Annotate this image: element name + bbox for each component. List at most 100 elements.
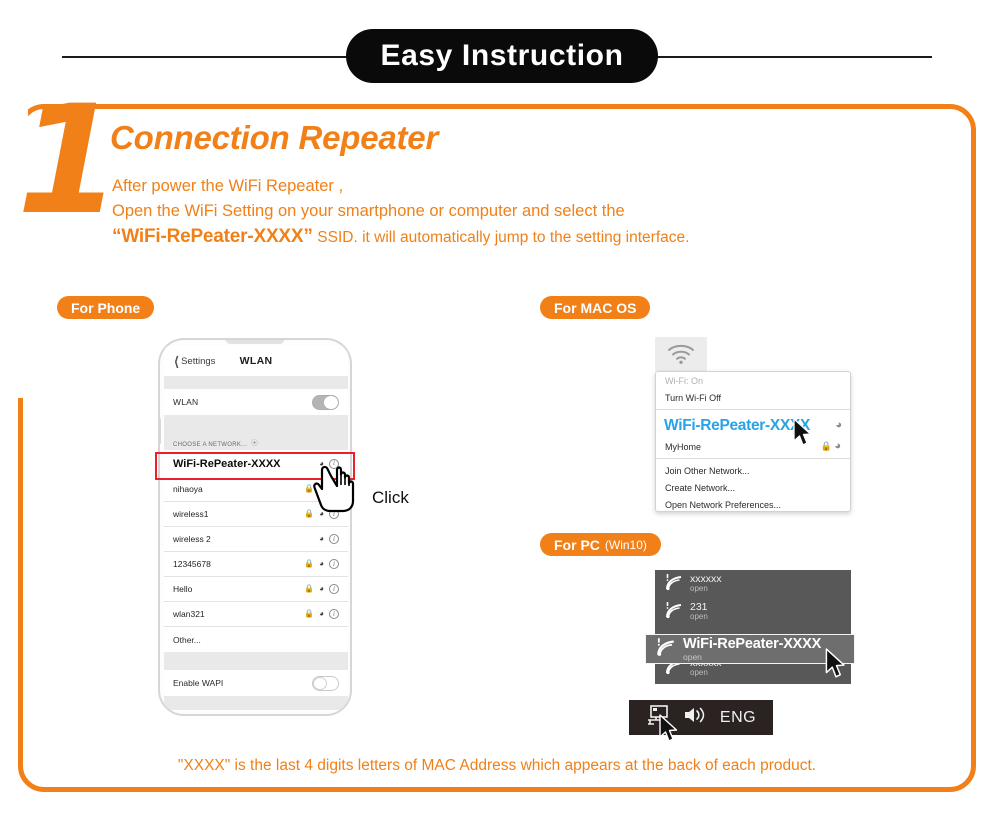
wifi-alert-icon <box>664 601 686 624</box>
page-title: Easy Instruction <box>380 39 624 72</box>
phone-band-3 <box>164 652 348 670</box>
badge-for-phone: For Phone <box>57 296 155 319</box>
enable-wapi-row[interactable]: Enable WAPI <box>164 670 348 696</box>
back-label: Settings <box>181 355 216 367</box>
badge-for-pc-label: For PC <box>554 536 600 553</box>
mouse-pointer-icon <box>658 714 680 749</box>
windows-network-row[interactable]: xxxxxx open <box>655 570 851 598</box>
frame-left-stub <box>18 398 23 468</box>
mac-join-other-label: Join Other Network... <box>665 465 750 476</box>
mac-menu-item-create-network[interactable]: Create Network... <box>656 479 850 496</box>
choose-a-network-header: CHOOSE A NETWORK... ⦿ <box>164 433 348 450</box>
wlan-toggle-switch[interactable] <box>312 394 339 410</box>
wifi-icon: ◕ <box>319 559 324 568</box>
enable-wapi-toggle[interactable] <box>312 675 339 691</box>
mac-target-ssid: WiFi-RePeater-XXXX <box>664 416 811 434</box>
network-name: wireless1 <box>173 509 209 519</box>
badge-for-phone-label: For Phone <box>71 299 141 316</box>
lock-icon: 🔒 <box>304 609 315 618</box>
mac-other-network-icons: 🔒 ◕ <box>821 441 841 452</box>
info-icon[interactable]: i <box>329 534 339 544</box>
phone-device: ⟨ Settings WLAN WLAN CHOOSE A NETWORK...… <box>158 338 352 716</box>
network-row-icons: 🔒 ◕ i <box>304 609 339 619</box>
language-indicator[interactable]: ENG <box>720 709 756 727</box>
choose-a-network-label: CHOOSE A NETWORK... <box>173 442 248 448</box>
intro-quote-open: “ <box>112 226 122 247</box>
wifi-alert-icon <box>655 637 677 662</box>
loading-spinner-icon: ⦿ <box>251 440 259 447</box>
windows-target-texts: WiFi-RePeater-XXXX open <box>683 636 821 662</box>
header-rule-right <box>646 56 932 58</box>
network-row-icons: ◕ i <box>319 534 339 544</box>
badge-for-pc-sublabel: (Win10) <box>604 537 647 552</box>
mac-menu-item-open-prefs[interactable]: Open Network Preferences... <box>656 496 850 511</box>
windows-network-texts: 231 open <box>690 602 708 621</box>
mouse-pointer-icon <box>824 648 848 685</box>
badge-for-pc: For PC (Win10) <box>540 533 661 556</box>
network-row[interactable]: Hello 🔒 ◕ i <box>164 577 348 602</box>
lock-icon: 🔒 <box>820 441 832 451</box>
wifi-icon: ◕ <box>835 419 842 431</box>
phone-screen: ⟨ Settings WLAN WLAN CHOOSE A NETWORK...… <box>164 346 348 710</box>
intro-line-3: “WiFi-RePeater-XXXX” SSID. it will autom… <box>112 224 912 250</box>
enable-wapi-label: Enable WAPI <box>173 678 224 688</box>
wlan-toggle-knob <box>324 395 338 409</box>
intro-line-1: After power the WiFi Repeater , <box>112 177 344 195</box>
windows-network-texts: xxxxxx open <box>690 574 722 593</box>
badge-for-mac: For MAC OS <box>540 296 651 319</box>
speaker-icon[interactable] <box>682 704 708 731</box>
wifi-icon: ◕ <box>834 440 841 452</box>
footer-note: "XXXX" is the last 4 digits letters of M… <box>177 757 817 774</box>
phone-band-4 <box>164 696 348 710</box>
mac-wifi-dropdown-menu: Wi-Fi: On Turn Wi-Fi Off WiFi-RePeater-X… <box>655 371 851 512</box>
mac-menu-item-join-other[interactable]: Join Other Network... <box>656 462 850 479</box>
network-row-icons: 🔒 ◕ i <box>304 559 339 569</box>
network-row-other[interactable]: Other... <box>164 627 348 652</box>
network-name: wlan321 <box>173 609 205 619</box>
wlan-toggle-row[interactable]: WLAN <box>164 389 348 415</box>
wifi-alert-icon <box>664 573 686 596</box>
windows-target-status: open <box>683 652 702 662</box>
network-row[interactable]: wlan321 🔒 ◕ i <box>164 602 348 627</box>
header-title-pill: Easy Instruction <box>346 29 658 83</box>
mac-open-prefs-label: Open Network Preferences... <box>665 499 782 510</box>
lock-icon: 🔒 <box>304 584 315 593</box>
windows-target-name: WiFi-RePeater-XXXX <box>683 636 822 652</box>
windows-network-status: open <box>690 584 708 594</box>
mac-menu-item-wifi-status: Wi-Fi: On <box>656 372 850 389</box>
windows-network-status: open <box>690 668 708 678</box>
page-header: Easy Instruction <box>0 0 994 96</box>
phone-band-2 <box>164 415 348 433</box>
info-icon[interactable]: i <box>329 584 339 594</box>
mac-menu-separator-2 <box>656 458 850 459</box>
windows-network-row[interactable]: 231 open <box>655 598 851 626</box>
network-name: Hello <box>173 584 193 594</box>
step-number: 1 <box>16 74 122 248</box>
intro-line-2: Open the WiFi Setting on your smartphone… <box>112 202 625 220</box>
mac-create-network-label: Create Network... <box>665 482 736 493</box>
windows-network-status: open <box>690 612 708 622</box>
mac-menu-separator-1 <box>656 409 850 410</box>
wifi-icon: ◕ <box>319 584 324 593</box>
network-row[interactable]: 12345678 🔒 ◕ i <box>164 552 348 577</box>
info-icon[interactable]: i <box>329 559 339 569</box>
badge-for-mac-label: For MAC OS <box>554 299 637 316</box>
mac-wifi-status-label: Wi-Fi: On <box>665 375 703 386</box>
mac-menubar-wifi-icon[interactable] <box>655 337 707 371</box>
phone-nav-bar: ⟨ Settings WLAN <box>164 346 348 376</box>
windows-wifi-list-panel: xxxxxx open 231 open x <box>655 570 851 684</box>
network-row[interactable]: wireless 2 ◕ i <box>164 527 348 552</box>
intro-ssid: WiFi-RePeater-XXXX <box>121 226 304 247</box>
info-icon[interactable]: i <box>329 609 339 619</box>
mac-menu-item-other-network[interactable]: MyHome 🔒 ◕ <box>656 438 850 455</box>
phone-side-button <box>160 418 161 444</box>
network-name: nihaoya <box>173 484 203 494</box>
mac-menu-item-target-network[interactable]: WiFi-RePeater-XXXX ◕ <box>656 413 850 438</box>
other-network-label: Other... <box>173 634 201 645</box>
wlan-toggle-label: WLAN <box>173 397 199 407</box>
intro-text-block: After power the WiFi Repeater , Open the… <box>112 174 912 250</box>
header-rule-left <box>62 56 356 58</box>
mouse-pointer-icon <box>792 418 814 453</box>
back-to-settings-button[interactable]: ⟨ Settings <box>174 355 215 368</box>
mac-menu-item-turn-wifi-off[interactable]: Turn Wi-Fi Off <box>656 389 850 406</box>
